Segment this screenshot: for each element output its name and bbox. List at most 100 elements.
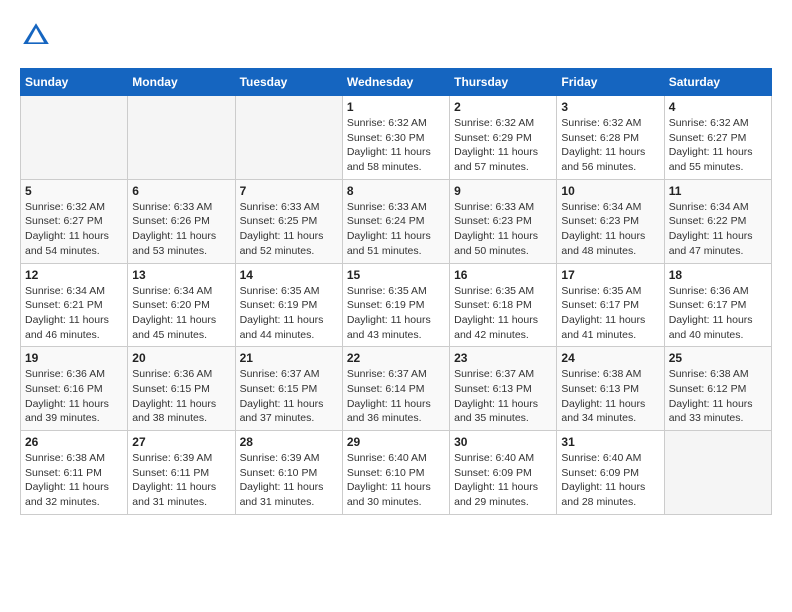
day-cell: 21 Sunrise: 6:37 AM Sunset: 6:15 PM Dayli…: [235, 347, 342, 431]
day-cell: 23 Sunrise: 6:37 AM Sunset: 6:13 PM Dayli…: [450, 347, 557, 431]
day-number: 26: [25, 435, 123, 449]
day-cell: 6 Sunrise: 6:33 AM Sunset: 6:26 PM Daylig…: [128, 179, 235, 263]
weekday-header-tuesday: Tuesday: [235, 69, 342, 96]
day-number: 12: [25, 268, 123, 282]
day-cell: 4 Sunrise: 6:32 AM Sunset: 6:27 PM Daylig…: [664, 96, 771, 180]
day-number: 30: [454, 435, 552, 449]
week-row-2: 5Sunrise: 6:32 AM Sunset: 6:27 PM Daylig…: [21, 179, 772, 263]
day-info: Sunrise: 6:38 AM Sunset: 6:11 PM Dayligh…: [25, 451, 123, 510]
day-cell: 2Sunrise: 6:32 AM Sunset: 6:29 PM Daylig…: [450, 96, 557, 180]
week-row-1: 1 Sunrise: 6:32 AM Sunset: 6:30 PM Daylig…: [21, 96, 772, 180]
day-info: Sunrise: 6:33 AM Sunset: 6:24 PM Dayligh…: [347, 200, 445, 259]
day-number: 11: [669, 184, 767, 198]
day-cell: 15Sunrise: 6:35 AM Sunset: 6:19 PM Dayli…: [342, 263, 449, 347]
day-info: Sunrise: 6:33 AM Sunset: 6:26 PM Dayligh…: [132, 200, 230, 259]
calendar-table: SundayMondayTuesdayWednesdayThursdayFrid…: [20, 68, 772, 515]
day-cell: 18 Sunrise: 6:36 AM Sunset: 6:17 PM Dayli…: [664, 263, 771, 347]
day-number: 20: [132, 351, 230, 365]
day-cell: 30 Sunrise: 6:40 AM Sunset: 6:09 PM Dayli…: [450, 431, 557, 515]
day-cell: 7 Sunrise: 6:33 AM Sunset: 6:25 PM Daylig…: [235, 179, 342, 263]
day-number: 6: [132, 184, 230, 198]
day-number: 8: [347, 184, 445, 198]
day-number: 23: [454, 351, 552, 365]
page-header: [20, 20, 772, 52]
day-number: 22: [347, 351, 445, 365]
day-number: 28: [240, 435, 338, 449]
day-cell: 11 Sunrise: 6:34 AM Sunset: 6:22 PM Dayli…: [664, 179, 771, 263]
day-info: Sunrise: 6:32 AM Sunset: 6:27 PM Dayligh…: [25, 200, 123, 259]
day-info: Sunrise: 6:32 AM Sunset: 6:30 PM Dayligh…: [347, 116, 445, 175]
day-info: Sunrise: 6:39 AM Sunset: 6:11 PM Dayligh…: [132, 451, 230, 510]
day-info: Sunrise: 6:35 AM Sunset: 6:17 PM Dayligh…: [561, 284, 659, 343]
weekday-header-monday: Monday: [128, 69, 235, 96]
day-number: 7: [240, 184, 338, 198]
day-info: Sunrise: 6:36 AM Sunset: 6:16 PM Dayligh…: [25, 367, 123, 426]
day-number: 4: [669, 100, 767, 114]
day-cell: 31Sunrise: 6:40 AM Sunset: 6:09 PM Dayli…: [557, 431, 664, 515]
day-number: 17: [561, 268, 659, 282]
day-info: Sunrise: 6:34 AM Sunset: 6:23 PM Dayligh…: [561, 200, 659, 259]
day-number: 25: [669, 351, 767, 365]
day-info: Sunrise: 6:37 AM Sunset: 6:14 PM Dayligh…: [347, 367, 445, 426]
day-cell: [128, 96, 235, 180]
day-info: Sunrise: 6:33 AM Sunset: 6:25 PM Dayligh…: [240, 200, 338, 259]
logo-icon: [20, 20, 52, 52]
day-number: 29: [347, 435, 445, 449]
day-info: Sunrise: 6:37 AM Sunset: 6:15 PM Dayligh…: [240, 367, 338, 426]
day-info: Sunrise: 6:39 AM Sunset: 6:10 PM Dayligh…: [240, 451, 338, 510]
weekday-header-thursday: Thursday: [450, 69, 557, 96]
day-cell: 13 Sunrise: 6:34 AM Sunset: 6:20 PM Dayli…: [128, 263, 235, 347]
day-number: 19: [25, 351, 123, 365]
day-info: Sunrise: 6:38 AM Sunset: 6:12 PM Dayligh…: [669, 367, 767, 426]
day-cell: 16 Sunrise: 6:35 AM Sunset: 6:18 PM Dayli…: [450, 263, 557, 347]
day-number: 1: [347, 100, 445, 114]
day-number: 27: [132, 435, 230, 449]
day-info: Sunrise: 6:32 AM Sunset: 6:27 PM Dayligh…: [669, 116, 767, 175]
day-cell: 1 Sunrise: 6:32 AM Sunset: 6:30 PM Daylig…: [342, 96, 449, 180]
day-info: Sunrise: 6:37 AM Sunset: 6:13 PM Dayligh…: [454, 367, 552, 426]
day-cell: 12 Sunrise: 6:34 AM Sunset: 6:21 PM Dayli…: [21, 263, 128, 347]
day-cell: 10 Sunrise: 6:34 AM Sunset: 6:23 PM Dayli…: [557, 179, 664, 263]
day-number: 31: [561, 435, 659, 449]
weekday-header-sunday: Sunday: [21, 69, 128, 96]
day-number: 18: [669, 268, 767, 282]
day-info: Sunrise: 6:35 AM Sunset: 6:19 PM Dayligh…: [347, 284, 445, 343]
day-info: Sunrise: 6:32 AM Sunset: 6:29 PM Dayligh…: [454, 116, 552, 175]
calendar-body: 1 Sunrise: 6:32 AM Sunset: 6:30 PM Daylig…: [21, 96, 772, 515]
day-number: 24: [561, 351, 659, 365]
day-cell: 28 Sunrise: 6:39 AM Sunset: 6:10 PM Dayli…: [235, 431, 342, 515]
day-cell: 8 Sunrise: 6:33 AM Sunset: 6:24 PM Daylig…: [342, 179, 449, 263]
day-number: 13: [132, 268, 230, 282]
day-cell: [21, 96, 128, 180]
day-info: Sunrise: 6:40 AM Sunset: 6:09 PM Dayligh…: [454, 451, 552, 510]
day-info: Sunrise: 6:36 AM Sunset: 6:17 PM Dayligh…: [669, 284, 767, 343]
day-cell: [235, 96, 342, 180]
day-info: Sunrise: 6:33 AM Sunset: 6:23 PM Dayligh…: [454, 200, 552, 259]
day-cell: 27 Sunrise: 6:39 AM Sunset: 6:11 PM Dayli…: [128, 431, 235, 515]
day-cell: 14 Sunrise: 6:35 AM Sunset: 6:19 PM Dayli…: [235, 263, 342, 347]
day-cell: 5Sunrise: 6:32 AM Sunset: 6:27 PM Daylig…: [21, 179, 128, 263]
day-info: Sunrise: 6:34 AM Sunset: 6:22 PM Dayligh…: [669, 200, 767, 259]
day-info: Sunrise: 6:34 AM Sunset: 6:21 PM Dayligh…: [25, 284, 123, 343]
day-info: Sunrise: 6:35 AM Sunset: 6:18 PM Dayligh…: [454, 284, 552, 343]
day-info: Sunrise: 6:32 AM Sunset: 6:28 PM Dayligh…: [561, 116, 659, 175]
day-cell: 22 Sunrise: 6:37 AM Sunset: 6:14 PM Dayli…: [342, 347, 449, 431]
day-number: 14: [240, 268, 338, 282]
day-info: Sunrise: 6:36 AM Sunset: 6:15 PM Dayligh…: [132, 367, 230, 426]
day-cell: 3 Sunrise: 6:32 AM Sunset: 6:28 PM Daylig…: [557, 96, 664, 180]
day-number: 10: [561, 184, 659, 198]
day-cell: 26 Sunrise: 6:38 AM Sunset: 6:11 PM Dayli…: [21, 431, 128, 515]
day-info: Sunrise: 6:35 AM Sunset: 6:19 PM Dayligh…: [240, 284, 338, 343]
day-number: 21: [240, 351, 338, 365]
calendar-header: SundayMondayTuesdayWednesdayThursdayFrid…: [21, 69, 772, 96]
day-cell: 29Sunrise: 6:40 AM Sunset: 6:10 PM Dayli…: [342, 431, 449, 515]
day-info: Sunrise: 6:38 AM Sunset: 6:13 PM Dayligh…: [561, 367, 659, 426]
day-number: 16: [454, 268, 552, 282]
weekday-header-friday: Friday: [557, 69, 664, 96]
weekday-header-saturday: Saturday: [664, 69, 771, 96]
day-cell: 20 Sunrise: 6:36 AM Sunset: 6:15 PM Dayli…: [128, 347, 235, 431]
day-number: 3: [561, 100, 659, 114]
day-cell: 24 Sunrise: 6:38 AM Sunset: 6:13 PM Dayli…: [557, 347, 664, 431]
day-info: Sunrise: 6:34 AM Sunset: 6:20 PM Dayligh…: [132, 284, 230, 343]
day-cell: 25 Sunrise: 6:38 AM Sunset: 6:12 PM Dayli…: [664, 347, 771, 431]
